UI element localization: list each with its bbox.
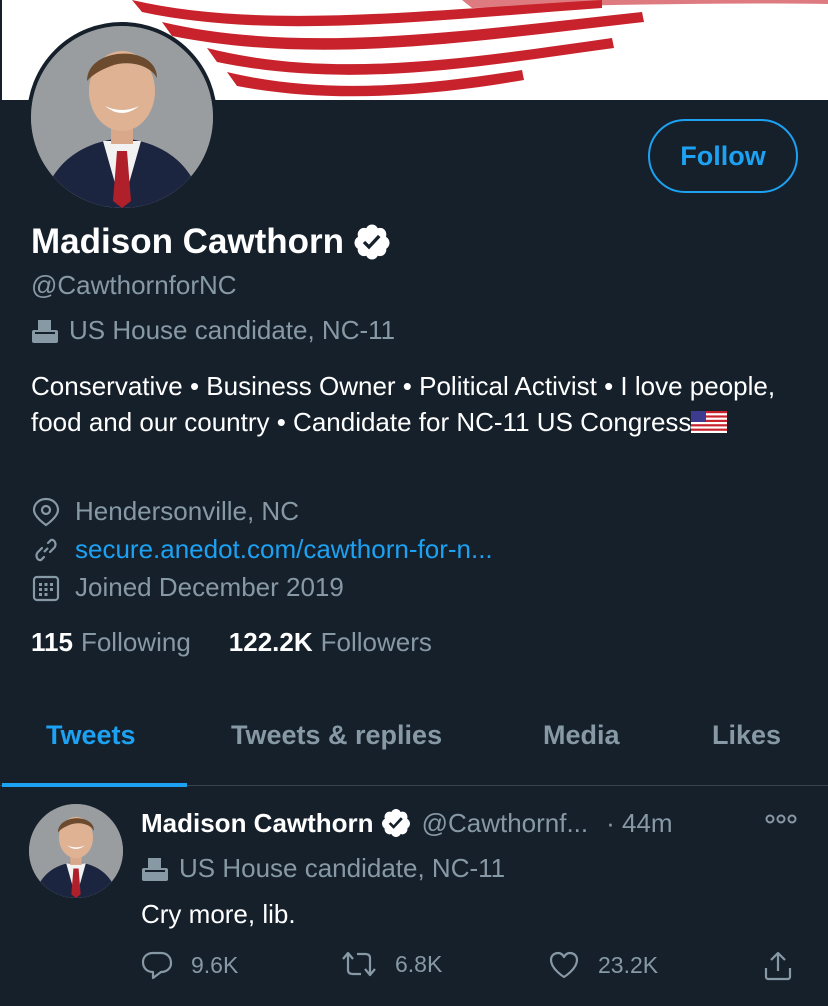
profile-website[interactable]: secure.anedot.com/cawthorn-for-n... <box>31 534 493 565</box>
tab-media[interactable]: Media <box>543 720 620 751</box>
tab-tweets[interactable]: Tweets <box>46 720 136 751</box>
tab-tweets-and-replies[interactable]: Tweets & replies <box>231 720 442 751</box>
tweet-text: Cry more, lib. <box>141 899 296 929</box>
verified-badge-icon <box>381 809 410 837</box>
followers-label: Followers <box>320 627 432 657</box>
tweet-header: Madison Cawthorn @Cawthornf... · 44m <box>141 807 801 839</box>
retweet-button[interactable]: 6.8K <box>341 950 442 978</box>
profile-bio: Conservative • Business Owner • Politica… <box>31 368 801 440</box>
heart-icon <box>549 951 579 979</box>
profile-bio-text: Conservative • Business Owner • Politica… <box>31 371 776 437</box>
more-dots-icon[interactable] <box>765 813 797 825</box>
retweet-icon <box>342 951 376 977</box>
profile-location-label: Hendersonville, NC <box>75 496 299 526</box>
following-label: Following <box>80 627 191 657</box>
tweet-author-avatar[interactable] <box>29 804 123 898</box>
reply-icon <box>141 951 173 980</box>
reply-button[interactable]: 9.6K <box>141 950 238 980</box>
followers-count: 122.2K <box>228 627 313 657</box>
following-count: 115 <box>31 627 73 657</box>
profile-category-label: US House candidate, NC-11 <box>69 315 396 345</box>
tweet-timestamp[interactable]: · 44m <box>606 808 672 839</box>
link-icon <box>35 538 57 561</box>
profile-location: Hendersonville, NC <box>31 496 299 527</box>
profile-joined: Joined December 2019 <box>31 572 344 603</box>
profile-name-row: Madison Cawthorn <box>31 222 392 262</box>
like-count: 23.2K <box>598 951 659 978</box>
profile-photo-image <box>31 26 213 208</box>
tweet-author-handle[interactable]: @Cawthornf... <box>422 808 589 839</box>
ballot-box-icon <box>32 319 58 343</box>
followers-count-link[interactable]: 122.2K Followers <box>229 627 432 658</box>
tab-likes[interactable]: Likes <box>712 720 781 751</box>
calendar-icon <box>32 575 60 601</box>
profile-website-link[interactable]: secure.anedot.com/cawthorn-for-n... <box>75 534 493 565</box>
tweet-author-photo-image <box>29 804 123 898</box>
profile-counts: 115 Following 122.2K Followers <box>31 627 470 658</box>
share-icon <box>764 951 792 981</box>
retweet-count: 6.8K <box>395 950 443 977</box>
location-pin-icon <box>32 497 60 526</box>
profile-joined-label: Joined December 2019 <box>75 572 344 602</box>
share-button[interactable] <box>762 950 812 982</box>
profile-handle: @CawthornforNC <box>31 270 237 300</box>
following-count-link[interactable]: 115 Following <box>31 627 191 658</box>
us-flag-icon <box>691 411 728 433</box>
profile-category: US House candidate, NC-11 <box>31 315 395 346</box>
verified-badge-icon <box>354 224 390 260</box>
profile-avatar[interactable] <box>27 22 217 212</box>
tweet-actions: 9.6K 6.8K 23.2K <box>141 950 801 990</box>
tweet-author-name[interactable]: Madison Cawthorn <box>141 808 374 839</box>
follow-button[interactable]: Follow <box>648 119 798 193</box>
reply-count: 9.6K <box>191 951 239 978</box>
ballot-box-icon <box>142 857 168 881</box>
profile-tabs: Tweets Tweets & replies Media Likes <box>0 700 828 787</box>
tweet-author-category: US House candidate, NC-11 <box>141 853 505 884</box>
like-button[interactable]: 23.2K <box>548 950 658 980</box>
profile-display-name: Madison Cawthorn <box>31 222 345 261</box>
tweet-author-category-label: US House candidate, NC-11 <box>179 853 506 883</box>
tweet[interactable]: Madison Cawthorn @Cawthornf... · 44m US … <box>0 787 828 1006</box>
